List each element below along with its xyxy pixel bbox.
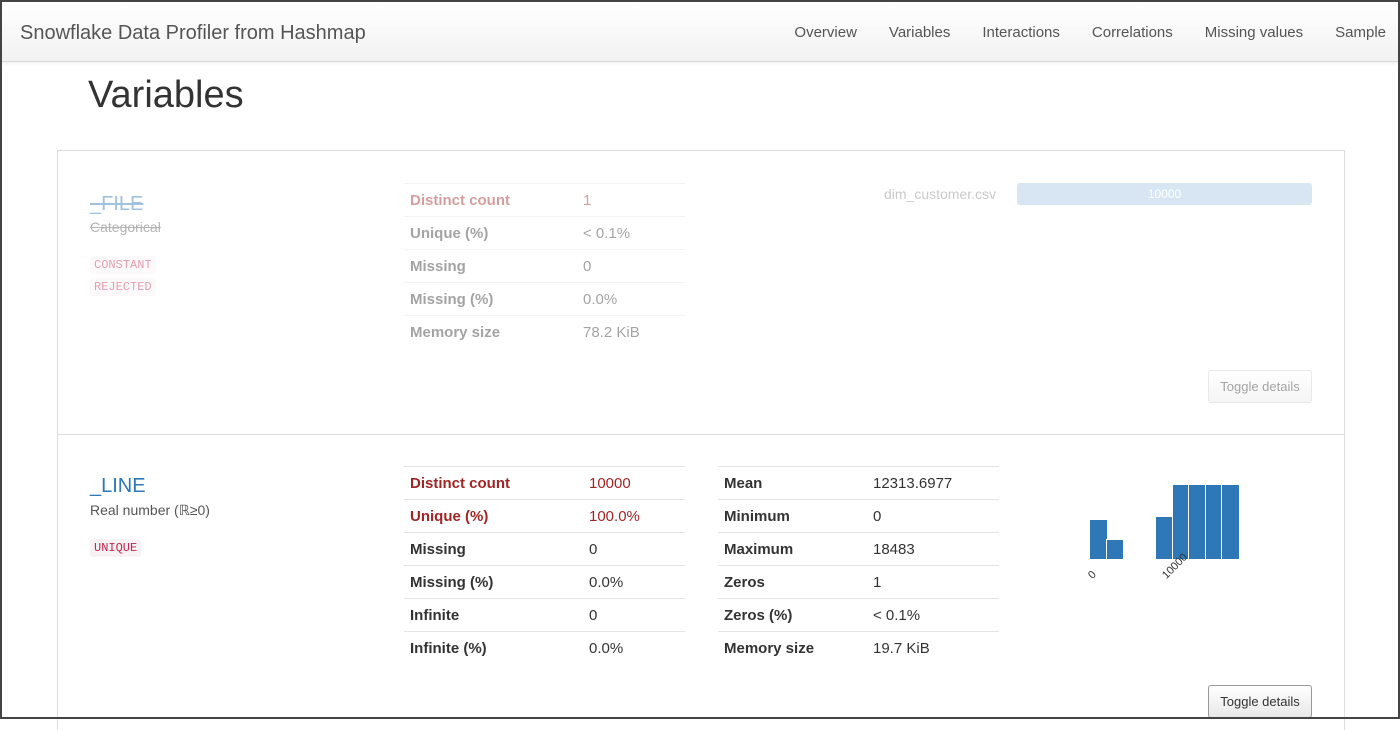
stat-label: Memory size (410, 323, 501, 341)
histogram-bar (1155, 515, 1174, 560)
badge-rejected: REJECTED (90, 278, 156, 296)
navbar-menu: Overview Variables Interactions Correlat… (778, 2, 1398, 62)
histogram-bar (1221, 484, 1240, 560)
stat-value: 0 (867, 499, 999, 533)
stat-label: Distinct count (404, 183, 577, 217)
histogram-bar (1188, 484, 1207, 560)
stat-label: Unique (%) (404, 216, 577, 250)
histogram-tick-label: 0 (1086, 568, 1099, 582)
stat-label: Zeros (%) (718, 598, 867, 632)
toggle-details-button-line[interactable]: Toggle details (1208, 685, 1312, 718)
stat-value: 12313.6977 (867, 466, 999, 500)
table-row: Missing (%) 0.0% (404, 282, 685, 316)
stat-value: 0.0% (583, 565, 685, 599)
stats-table-line-2: Mean 12313.6977 Minimum 0 Maximum 18483 … (718, 466, 999, 665)
stat-value: < 0.1% (867, 598, 999, 632)
table-row: Distinct count 10000 (404, 466, 685, 500)
badge-constant: CONSTANT (90, 256, 156, 274)
stat-value: 19.7 KiB (873, 639, 930, 657)
stat-label: Missing (404, 532, 583, 566)
nav-interactions[interactable]: Interactions (966, 24, 1076, 41)
histogram-bar (1204, 484, 1223, 560)
frequency-bar: 10000 (1017, 183, 1312, 205)
stat-label: Maximum (718, 532, 867, 566)
stat-value: 0.0% (577, 282, 685, 316)
stat-label: Distinct count (404, 466, 583, 500)
table-row: Minimum 0 (718, 499, 999, 533)
stat-label: Minimum (718, 499, 867, 533)
table-row: Missing (%) 0.0% (404, 565, 685, 599)
table-row: Maximum 18483 (718, 532, 999, 566)
stat-value: 78.2 KiB (583, 323, 640, 341)
stat-value: < 0.1% (577, 216, 685, 250)
nav-sample[interactable]: Sample (1319, 24, 1398, 41)
table-row: Unique (%) 100.0% (404, 499, 685, 533)
divider (58, 434, 1344, 435)
stat-value: 18483 (867, 532, 999, 566)
stat-value: 10000 (583, 466, 685, 500)
stat-label: Missing (%) (404, 565, 583, 599)
toggle-details-button-file[interactable]: Toggle details (1208, 370, 1312, 403)
nav-overview[interactable]: Overview (778, 24, 873, 41)
navbar-brand[interactable]: Snowflake Data Profiler from Hashmap (20, 22, 366, 45)
stat-label: Missing (%) (404, 282, 577, 316)
stat-value: 0 (583, 532, 685, 566)
stat-label: Missing (404, 249, 577, 283)
stat-label: Infinite (404, 598, 583, 632)
stat-value: 0.0% (589, 639, 624, 657)
stat-value: 0 (577, 249, 685, 283)
stat-label: Memory size (724, 639, 815, 657)
stat-label: Infinite (%) (410, 639, 487, 657)
table-row: Memory size 78.2 KiB (404, 316, 685, 349)
histogram-chart: 0 10000 (1086, 481, 1260, 601)
variable-name-file[interactable]: _FILE (90, 193, 143, 216)
table-row: Missing 0 (404, 249, 685, 283)
stat-label: Zeros (718, 565, 867, 599)
stat-label: Unique (%) (404, 499, 583, 533)
histogram-bar (1105, 538, 1124, 560)
table-row: Missing 0 (404, 532, 685, 566)
variable-type-line: Real number (ℝ≥0) (90, 502, 210, 518)
page-title: Variables (88, 74, 244, 116)
nav-missing-values[interactable]: Missing values (1189, 24, 1319, 41)
table-row: Mean 12313.6977 (718, 466, 999, 500)
stat-value: 0 (583, 598, 685, 632)
histogram-bar (1171, 484, 1190, 560)
table-row: Zeros 1 (718, 565, 999, 599)
variable-name-line[interactable]: _LINE (90, 475, 146, 498)
nav-variables[interactable]: Variables (873, 24, 966, 41)
nav-correlations[interactable]: Correlations (1076, 24, 1189, 41)
table-row: Memory size 19.7 KiB (718, 632, 999, 665)
stats-table-file: Distinct count 1 Unique (%) < 0.1% Missi… (404, 183, 685, 349)
badge-unique: UNIQUE (90, 539, 142, 557)
frequency-label: dim_customer.csv (884, 186, 997, 202)
stat-value: 1 (577, 183, 685, 217)
table-row: Distinct count 1 (404, 183, 685, 217)
stat-value: 1 (867, 565, 999, 599)
table-row: Unique (%) < 0.1% (404, 216, 685, 250)
navbar: Snowflake Data Profiler from Hashmap Ove… (2, 2, 1398, 62)
variable-type-file: Categorical (90, 219, 161, 235)
stat-value: 100.0% (583, 499, 685, 533)
stat-label: Mean (718, 466, 867, 500)
table-row: Infinite (%) 0.0% (404, 632, 685, 665)
table-row: Infinite 0 (404, 598, 685, 632)
table-row: Zeros (%) < 0.1% (718, 598, 999, 632)
variables-panel: _FILE Categorical CONSTANT REJECTED Dist… (57, 150, 1345, 730)
stats-table-line: Distinct count 10000 Unique (%) 100.0% M… (404, 466, 685, 665)
histogram-bar (1089, 518, 1108, 560)
